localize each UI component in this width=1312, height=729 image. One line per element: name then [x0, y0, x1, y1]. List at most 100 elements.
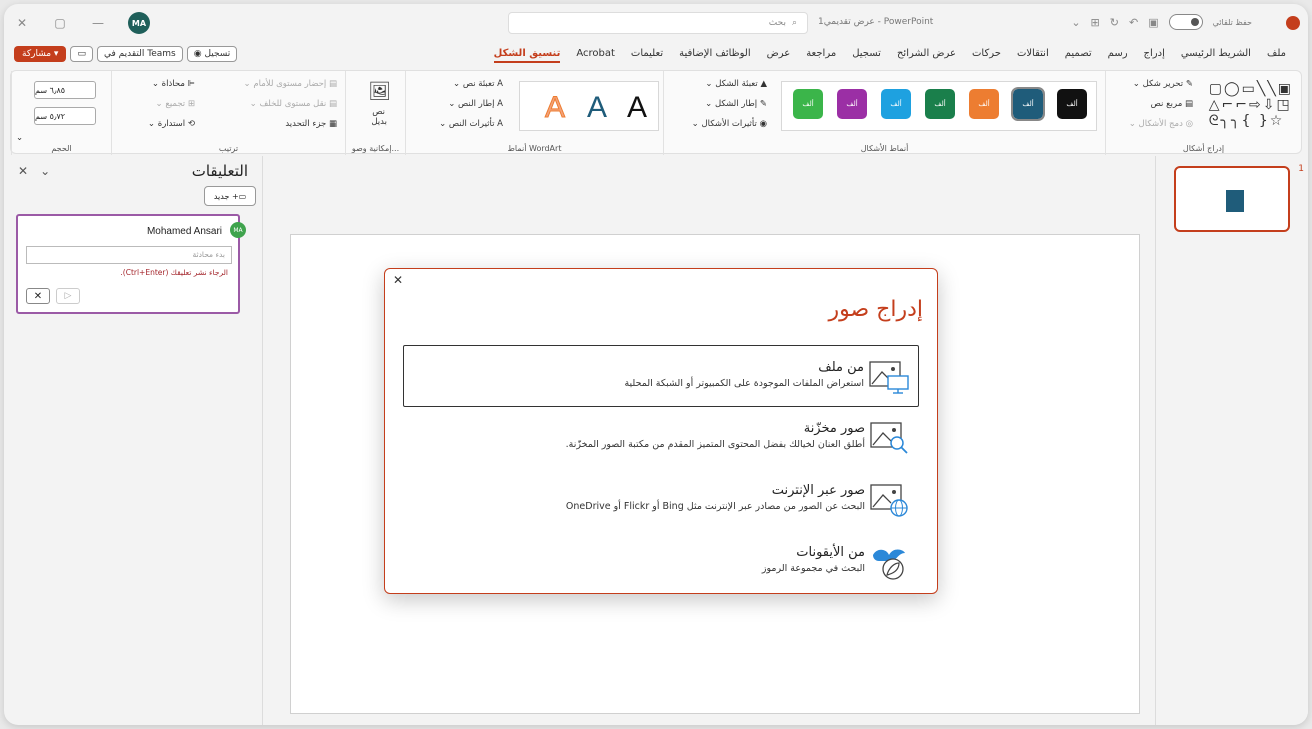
autosave-toggle[interactable] — [1168, 14, 1203, 30]
option-online-pictures-title: صور عبر الإنترنت — [771, 483, 865, 498]
shape-style-swatch[interactable]: ألف — [1057, 89, 1087, 119]
tab-6[interactable]: حركات — [972, 48, 1001, 63]
present-from-beginning-icon[interactable]: ⊞ — [1091, 16, 1100, 29]
option-from-icons-desc: البحث في مجموعة الرموز — [761, 563, 865, 574]
collapse-ribbon-icon[interactable]: ⌄ — [16, 133, 23, 143]
share-button-label: مشاركة — [22, 49, 52, 59]
send-backward-label: نقل مستوى للخلف — [259, 99, 327, 109]
cancel-comment-button[interactable]: ✕ — [26, 288, 50, 304]
wordart-style-blue[interactable]: A — [587, 91, 607, 125]
from-file-icon — [869, 361, 909, 394]
tab-12[interactable]: تعليمات — [631, 48, 663, 63]
size-label: الحجم — [51, 144, 72, 153]
comments-title: التعليقات — [191, 162, 248, 180]
shape-style-swatch[interactable]: ألف — [969, 89, 999, 119]
dialog-title: إدراج صور — [828, 297, 923, 322]
size-group: ٦٫٨٥ سم ٥٫٧٢ سم ⌄ الحجم — [11, 71, 111, 155]
edit-shape-button[interactable]: ✎ تحرير شكل ⌄ — [1133, 79, 1193, 89]
restore-window-button[interactable]: ▢ — [52, 16, 68, 30]
close-pane-icon[interactable]: ✕ — [18, 164, 28, 178]
insert-pictures-dialog: ✕ إدراج صور من ملف استعراض الملفات الموج… — [384, 268, 938, 594]
dialog-close-button[interactable]: ✕ — [393, 273, 403, 287]
window-controls: ✕ ▢ — MA — [14, 12, 150, 34]
shape-height-input[interactable]: ٦٫٨٥ سم — [34, 81, 96, 99]
tab-3[interactable]: رسم — [1108, 48, 1128, 63]
shape-style-swatch[interactable]: ألف — [881, 89, 911, 119]
align-button[interactable]: ⊫ محاذاة ⌄ — [152, 79, 195, 89]
selection-pane-button[interactable]: ▦ جزء التحديد — [285, 119, 337, 129]
tab-0[interactable]: ملف — [1267, 48, 1286, 63]
option-online-pictures[interactable]: صور عبر الإنترنت البحث عن الصور من مصادر… — [403, 469, 919, 531]
tab-8[interactable]: تسجيل — [852, 48, 881, 63]
powerpoint-window: ✕ ▢ — MA بحث ⌕ PowerPoint - عرض تقديمي1 … — [4, 4, 1308, 725]
bring-forward-button[interactable]: ▤ إحضار مستوى للأمام ⌄ — [244, 79, 337, 89]
save-icon[interactable]: ▣ — [1148, 16, 1158, 29]
tab-1[interactable]: الشريط الرئيسي — [1181, 48, 1251, 63]
customize-qat-icon[interactable]: ⌄ — [1071, 16, 1080, 29]
shape-effects-button[interactable]: ◉ تأثيرات الأشكال ⌄ — [692, 119, 767, 129]
undo-icon[interactable]: ↶ — [1129, 16, 1138, 29]
text-outline-button[interactable]: A إطار النص ⌄ — [448, 99, 503, 109]
group-button[interactable]: ⊞ تجميع ⌄ — [155, 99, 195, 109]
tab-10[interactable]: عرض — [767, 48, 791, 63]
alt-text-icon[interactable]: 🖼 — [368, 81, 391, 102]
ribbon-tab-row: مشاركة ▾ ▭ التقديم في Teams ◉ تسجيل ملف ا… — [4, 44, 1308, 68]
tab-11[interactable]: الوظائف الإضافية — [679, 48, 751, 63]
wordart-group: A A A A تعبئة نص ⌄ A إطار النص ⌄ A تأثير… — [405, 71, 663, 155]
ribbon-tabs: ملف الشريط الرئيسي إدراج رسم تصميم انتقالات حر… — [493, 48, 1286, 63]
tab-4[interactable]: تصميم — [1065, 48, 1092, 63]
tab-9[interactable]: مراجعة — [806, 48, 836, 63]
share-button[interactable]: مشاركة ▾ — [14, 46, 67, 62]
tab-7[interactable]: عرض الشرائح — [897, 48, 956, 63]
option-from-icons[interactable]: من الأيقونات البحث في مجموعة الرموز — [403, 531, 919, 593]
tab-5[interactable]: انتقالات — [1017, 48, 1049, 63]
new-comment-icon: ▭+ — [231, 191, 247, 201]
text-outline-label: إطار النص — [458, 99, 495, 109]
send-backward-button[interactable]: ▤ نقل مستوى للخلف ⌄ — [250, 99, 337, 109]
close-window-button[interactable]: ✕ — [14, 16, 30, 30]
rotate-button[interactable]: ⟲ استدارة ⌄ — [148, 119, 195, 129]
shape-outline-button[interactable]: ✎ إطار الشكل ⌄ — [705, 99, 767, 109]
wordart-style-orange[interactable]: A — [544, 91, 565, 125]
shapes-gallery[interactable]: ▢◯▭╲╲▣ △⌐⌐⇨⇩◳ ᘓ╮╮{ }☆ — [1209, 81, 1293, 129]
shape-style-swatch[interactable]: ألف — [793, 89, 823, 119]
wordart-label: أنماط WordArt — [507, 144, 562, 153]
option-stock-images[interactable]: صور مخزّنة أطلق العنان لخيالك بفضل المحت… — [403, 407, 919, 469]
new-comment-button[interactable]: ▭+ جديد — [204, 186, 256, 206]
pane-options-icon[interactable]: ⌄ — [40, 164, 50, 178]
merge-shapes-button[interactable]: ◎ دمج الأشكال ⌄ — [1129, 119, 1193, 129]
arrange-label: ترتيب — [218, 144, 239, 153]
tab-13[interactable]: Acrobat — [576, 48, 615, 63]
slide-thumbnail[interactable] — [1174, 166, 1290, 232]
shape-fill-button[interactable]: ▲ تعبئة الشكل ⌄ — [705, 79, 767, 89]
merge-shapes-label: دمج الأشكال — [1138, 119, 1183, 129]
bring-forward-label: إحضار مستوى للأمام — [253, 79, 327, 89]
align-label: محاذاة — [161, 79, 185, 89]
insert-shapes-group: ▢◯▭╲╲▣ △⌐⌐⇨⇩◳ ᘓ╮╮{ }☆ ✎ تحرير شكل ⌄ ▤ مربع… — [1105, 71, 1301, 155]
shape-width-input[interactable]: ٥٫٧٢ سم — [34, 107, 96, 125]
tab-2[interactable]: إدراج — [1144, 48, 1165, 63]
present-in-teams-button[interactable]: التقديم في Teams — [96, 46, 183, 62]
comment-input[interactable]: بدء محادثة — [26, 246, 232, 264]
text-fill-button[interactable]: A تعبئة نص ⌄ — [453, 79, 503, 89]
option-from-file[interactable]: من ملف استعراض الملفات الموجودة على الكم… — [403, 345, 919, 407]
send-comment-button[interactable]: ▷ — [56, 288, 80, 304]
text-box-button[interactable]: ▤ مربع نص — [1151, 99, 1193, 109]
shape-style-swatch[interactable]: ألف — [1011, 87, 1045, 121]
shape-style-swatch[interactable]: ألف — [837, 89, 867, 119]
minimize-window-button[interactable]: — — [90, 16, 106, 30]
search-box[interactable]: بحث ⌕ — [508, 12, 808, 34]
shape-style-swatch[interactable]: ألف — [925, 89, 955, 119]
text-effects-button[interactable]: A تأثيرات النص ⌄ — [439, 119, 503, 129]
alt-text-label-1: نص — [372, 107, 385, 117]
comments-toggle-button[interactable]: ▭ — [70, 46, 93, 62]
wordart-style-black[interactable]: A — [627, 91, 647, 125]
record-button[interactable]: ◉ تسجيل — [186, 46, 238, 62]
text-box-label: مربع نص — [1150, 99, 1183, 109]
redo-icon[interactable]: ↻ — [1110, 16, 1119, 29]
slide-thumbnails-pane: 1 — [1156, 156, 1308, 725]
comment-author-avatar: MA — [230, 222, 246, 238]
tab-14[interactable]: تنسيق الشكل — [493, 48, 561, 63]
account-avatar[interactable]: MA — [128, 12, 150, 34]
ribbon: ▢◯▭╲╲▣ △⌐⌐⇨⇩◳ ᘓ╮╮{ }☆ ✎ تحرير شكل ⌄ ▤ مربع… — [10, 70, 1302, 155]
